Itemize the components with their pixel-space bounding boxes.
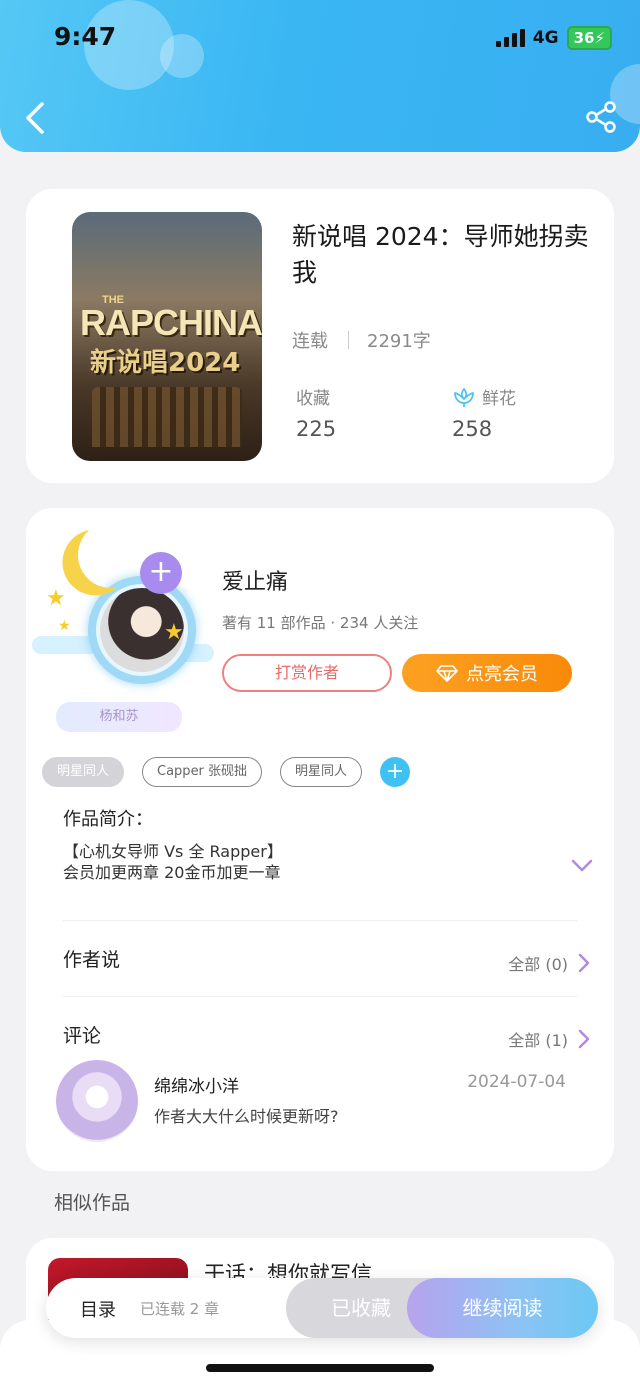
top-header: 9:47 4G 36⚡ — [0, 0, 640, 152]
network-label: 4G — [532, 28, 559, 48]
chevron-down-icon[interactable] — [570, 858, 594, 874]
chevron-right-icon — [578, 953, 590, 973]
star-icon: ★ — [164, 620, 184, 645]
battery-icon: 36⚡ — [566, 26, 612, 50]
favorites-value: 225 — [296, 417, 337, 441]
author-says-title: 作者说 — [63, 949, 121, 971]
continue-reading-button[interactable]: 继续阅读 — [407, 1278, 598, 1338]
vip-label: 点亮会员 — [466, 664, 538, 685]
meta-divider — [348, 331, 349, 349]
tag-list: 明星同人 Capper 张砚拙 明星同人 + — [42, 757, 411, 787]
comment-date: 2024-07-04 — [467, 1072, 566, 1092]
vip-button[interactable]: 点亮会员 — [402, 654, 572, 692]
comments-title: 评论 — [63, 1025, 102, 1047]
intro-line: 会员加更两章 20金币加更一章 — [63, 863, 281, 882]
flower-icon — [454, 387, 474, 407]
book-status: 连载 — [292, 331, 328, 352]
author-says-all-link[interactable]: 全部 (0) — [508, 951, 590, 975]
status-time: 9:47 — [54, 22, 117, 51]
share-button[interactable] — [584, 100, 618, 134]
similar-works-title: 相似作品 — [54, 1192, 131, 1214]
cover-text-rap: RAPCHINA — [80, 302, 262, 343]
star-icon: ★ — [58, 618, 71, 634]
chapter-count[interactable]: 已连载 2 章 — [140, 1298, 219, 1319]
favorites-label: 收藏 — [296, 389, 330, 409]
tag-item[interactable]: 明星同人 — [280, 757, 363, 787]
cover-stage-art — [92, 387, 242, 447]
book-info-card: THE RAPCHINA 新说唱2024 新说唱 2024：导师她拐卖我 连载 … — [26, 189, 614, 483]
divider — [63, 996, 577, 997]
flowers-label-row: 鲜花 — [452, 384, 516, 409]
intro-text: 【心机女导师 Vs 全 Rapper】 会员加更两章 20金币加更一章 — [63, 841, 283, 883]
commenter-name[interactable]: 绵绵冰小洋 — [154, 1072, 239, 1097]
divider — [63, 920, 577, 921]
toc-button[interactable]: 目录 — [80, 1296, 116, 1322]
author-name[interactable]: 爱止痛 — [222, 564, 288, 596]
book-cover[interactable]: THE RAPCHINA 新说唱2024 — [72, 212, 262, 461]
comment-text[interactable]: 作者大大什么时候更新呀? — [154, 1103, 339, 1127]
author-says-all-label: 全部 (0) — [508, 955, 568, 974]
book-word-count: 2291字 — [367, 331, 431, 352]
commenter-avatar[interactable] — [56, 1060, 138, 1142]
flowers-stat[interactable]: 鲜花 258 — [452, 384, 516, 441]
tip-author-button[interactable]: 打赏作者 — [222, 654, 392, 692]
battery-level: 36 — [573, 29, 595, 47]
back-button[interactable] — [20, 98, 50, 138]
follow-author-button[interactable]: + — [140, 552, 182, 594]
intro-title: 作品简介： — [63, 809, 153, 830]
status-indicators: 4G 36⚡ — [495, 26, 612, 50]
author-card: ★ ★ ★ + 杨和苏 爱止痛 著有 11 部作品 · 234 人关注 打赏作者… — [26, 508, 614, 1171]
favorites-stat: 收藏 225 — [296, 384, 336, 441]
pen-name-badge: 杨和苏 — [56, 702, 182, 732]
home-indicator[interactable] — [206, 1364, 434, 1372]
star-icon: ★ — [46, 586, 66, 611]
tag-item[interactable]: 明星同人 — [42, 757, 125, 787]
book-title: 新说唱 2024：导师她拐卖我 — [292, 222, 589, 287]
comments-all-label: 全部 (1) — [508, 1031, 568, 1050]
diamond-icon — [436, 665, 458, 682]
comments-all-link[interactable]: 全部 (1) — [508, 1027, 590, 1051]
cover-text-cn: 新说唱2024 — [90, 348, 241, 378]
add-tag-button[interactable]: + — [380, 757, 411, 787]
tag-item[interactable]: Capper 张砚拙 — [142, 757, 263, 787]
signal-icon — [495, 29, 525, 47]
decor-bubble — [160, 34, 204, 78]
chevron-right-icon — [578, 1029, 590, 1049]
intro-line: 【心机女导师 Vs 全 Rapper】 — [63, 842, 283, 861]
bottom-action-bar: 目录 已连载 2 章 已收藏 继续阅读 — [46, 1278, 598, 1338]
flowers-value: 258 — [452, 417, 493, 441]
author-info: 著有 11 部作品 · 234 人关注 — [222, 614, 419, 632]
book-meta: 连载 2291字 — [292, 327, 431, 353]
flowers-label: 鲜花 — [482, 389, 516, 409]
